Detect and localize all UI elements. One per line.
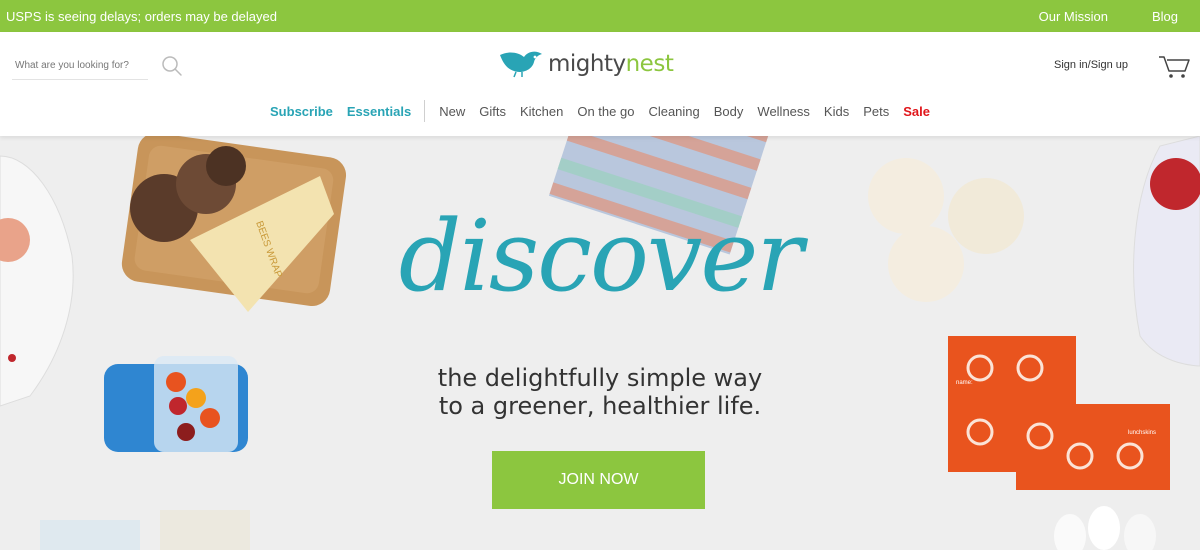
nav-subscribe[interactable]: Subscribe bbox=[270, 104, 333, 119]
bird-logo-icon bbox=[498, 45, 544, 84]
site-logo[interactable]: mightynest bbox=[498, 44, 678, 84]
search-input[interactable] bbox=[12, 52, 148, 80]
announcement-bar: USPS is seeing delays; orders may be del… bbox=[0, 0, 1200, 32]
hero-tagline-line-1: the delightfully simple way bbox=[437, 364, 763, 392]
cart-icon[interactable] bbox=[1158, 54, 1190, 80]
hero-banner: BEES WRAP name: lunchskins discover the … bbox=[0, 136, 1200, 550]
nav-on-the-go[interactable]: On the go bbox=[577, 104, 634, 119]
nav-cleaning[interactable]: Cleaning bbox=[648, 104, 699, 119]
search-box bbox=[12, 52, 182, 80]
nav-pets[interactable]: Pets bbox=[863, 104, 889, 119]
nav-divider bbox=[424, 100, 426, 122]
hero-headline: discover bbox=[398, 200, 803, 314]
hero-tagline: the delightfully simple way to a greener… bbox=[0, 364, 1200, 420]
logo-text-mighty: mighty bbox=[548, 51, 626, 77]
top-links: Our Mission Blog bbox=[1039, 9, 1178, 24]
search-icon[interactable] bbox=[160, 54, 184, 78]
announcement-message: USPS is seeing delays; orders may be del… bbox=[6, 9, 277, 24]
main-nav: Subscribe Essentials New Gifts Kitchen O… bbox=[0, 100, 1200, 122]
nav-sale[interactable]: Sale bbox=[903, 104, 930, 119]
join-now-button[interactable]: JOIN NOW bbox=[492, 451, 705, 509]
nav-kitchen[interactable]: Kitchen bbox=[520, 104, 563, 119]
blog-link[interactable]: Blog bbox=[1152, 9, 1178, 24]
nav-wellness[interactable]: Wellness bbox=[757, 104, 810, 119]
lunchskins-brand-label: lunchskins bbox=[1128, 430, 1156, 436]
our-mission-link[interactable]: Our Mission bbox=[1039, 9, 1108, 24]
nav-body[interactable]: Body bbox=[714, 104, 744, 119]
white-tulips-image bbox=[1054, 506, 1156, 550]
logo-wordmark: mightynest bbox=[548, 51, 674, 77]
sign-in-link[interactable]: Sign in/Sign up bbox=[1054, 59, 1128, 71]
nav-gifts[interactable]: Gifts bbox=[479, 104, 506, 119]
nav-essentials[interactable]: Essentials bbox=[347, 104, 411, 119]
site-header: mightynest Sign in/Sign up Subscribe Ess… bbox=[0, 32, 1200, 136]
nav-new[interactable]: New bbox=[439, 104, 465, 119]
hero-tagline-line-2: to a greener, healthier life. bbox=[438, 392, 762, 420]
nav-kids[interactable]: Kids bbox=[824, 104, 849, 119]
logo-text-nest: nest bbox=[625, 51, 674, 77]
reusable-bags-bottom-image bbox=[40, 510, 250, 550]
